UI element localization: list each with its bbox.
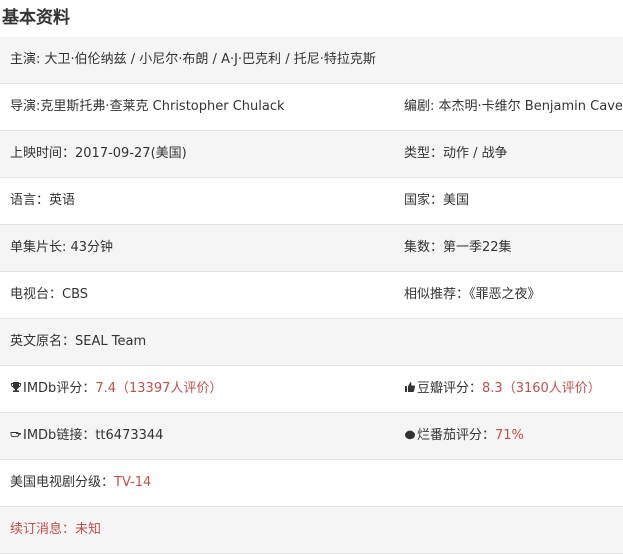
douban-score-value: 8.3 — [482, 381, 503, 396]
douban-score-cell: 豆瓣评分：8.3（3160人评价） — [404, 366, 623, 412]
cast-cell: 主演: 大卫·伯伦纳兹 / 小尼尔·布朗 / A·J·巴克利 / 托尼·特拉克斯 — [10, 37, 619, 83]
original-title-label: 英文原名： — [10, 334, 76, 349]
cast-value: 大卫·伯伦纳兹 / 小尼尔·布朗 / A·J·巴克利 / 托尼·特拉克斯 — [44, 52, 376, 67]
episodes-cell: 集数：第一季22集 — [404, 225, 623, 271]
original-title-row: 英文原名：SEAL Team — [0, 319, 623, 366]
renewal-row: 续订消息：未知 — [0, 507, 623, 554]
network-value: CBS — [62, 287, 89, 302]
director-label: 导演: — [10, 99, 41, 114]
pointing-hand-icon — [10, 428, 22, 440]
network-similar-row: 电视台：CBS 相似推荐：《罪恶之夜》 — [0, 272, 623, 319]
imdb-score-count: （13397人评价） — [116, 381, 223, 396]
episodes-value: 第一季22集 — [443, 240, 512, 255]
director-value: 克里斯托弗·查莱克 Christopher Chulack — [40, 99, 285, 114]
language-country-row: 语言：英语 国家：美国 — [0, 178, 623, 225]
us-rating-value: TV-14 — [114, 475, 152, 490]
thumbs-up-icon — [404, 381, 416, 393]
release-value: 2017-09-27(美国) — [75, 146, 187, 161]
network-cell: 电视台：CBS — [10, 272, 390, 318]
links-row: IMDb链接：tt6473344 烂番茄评分：71% — [0, 413, 623, 460]
release-genre-row: 上映时间：2017-09-27(美国) 类型：动作 / 战争 — [0, 131, 623, 178]
release-label: 上映时间： — [10, 146, 76, 161]
original-title-value: SEAL Team — [75, 334, 147, 349]
us-rating-row: 美国电视剧分级：TV-14 — [0, 460, 623, 507]
original-title-cell: 英文原名：SEAL Team — [10, 319, 619, 365]
douban-score-label: 豆瓣评分： — [417, 381, 483, 396]
renewal-cell: 续订消息：未知 — [10, 507, 619, 553]
renewal-label: 续订消息： — [10, 522, 76, 537]
scores-row: IMDb评分：7.4（13397人评价） 豆瓣评分：8.3（3160人评价） — [0, 366, 623, 413]
language-cell: 语言：英语 — [10, 178, 390, 224]
rotten-score-value: 71% — [495, 428, 524, 443]
imdb-link-value[interactable]: tt6473344 — [95, 428, 163, 443]
director-writer-row: 导演:克里斯托弗·查莱克 Christopher Chulack 编剧: 本杰明… — [0, 84, 623, 131]
cast-row: 主演: 大卫·伯伦纳兹 / 小尼尔·布朗 / A·J·巴克利 / 托尼·特拉克斯 — [0, 37, 623, 84]
writer-label: 编剧: — [404, 99, 439, 114]
writer-value: 本杰明·卡维尔 Benjamin Cavell — [438, 99, 623, 114]
imdb-score-label: IMDb评分： — [23, 381, 96, 396]
language-label: 语言： — [10, 193, 50, 208]
us-rating-cell: 美国电视剧分级：TV-14 — [10, 460, 619, 506]
imdb-score-value: 7.4 — [95, 381, 117, 396]
info-table: 主演: 大卫·伯伦纳兹 / 小尼尔·布朗 / A·J·巴克利 / 托尼·特拉克斯… — [0, 37, 623, 554]
us-rating-label: 美国电视剧分级： — [10, 475, 115, 490]
director-cell: 导演:克里斯托弗·查莱克 Christopher Chulack — [10, 84, 390, 130]
country-cell: 国家：美国 — [404, 178, 623, 224]
writer-cell: 编剧: 本杰明·卡维尔 Benjamin Cavell — [404, 84, 623, 130]
similar-label: 相似推荐： — [404, 287, 470, 302]
tomato-icon — [404, 428, 416, 440]
similar-cell: 相似推荐：《罪恶之夜》 — [404, 272, 623, 318]
cast-label: 主演: — [10, 52, 45, 67]
country-label: 国家： — [404, 193, 444, 208]
imdb-score-cell: IMDb评分：7.4（13397人评价） — [10, 366, 390, 412]
renewal-value: 未知 — [75, 522, 102, 537]
language-value: 英语 — [49, 193, 76, 208]
trophy-icon — [10, 381, 22, 393]
imdb-link-label: IMDb链接： — [23, 428, 96, 443]
section-title: 基本资料 — [2, 8, 70, 28]
genre-cell: 类型：动作 / 战争 — [404, 131, 623, 177]
network-label: 电视台： — [10, 287, 63, 302]
rotten-score-label: 烂番茄评分： — [417, 428, 496, 443]
genre-value: 动作 / 战争 — [443, 146, 508, 161]
similar-value[interactable]: 《罪恶之夜》 — [469, 287, 541, 302]
runtime-value: 43分钟 — [70, 240, 114, 255]
rotten-score-cell: 烂番茄评分：71% — [404, 413, 623, 459]
imdb-link-cell: IMDb链接：tt6473344 — [10, 413, 390, 459]
genre-label: 类型： — [404, 146, 444, 161]
country-value: 美国 — [443, 193, 470, 208]
douban-score-count: （3160人评价） — [502, 381, 601, 396]
runtime-cell: 单集片长: 43分钟 — [10, 225, 390, 271]
release-cell: 上映时间：2017-09-27(美国) — [10, 131, 390, 177]
episodes-label: 集数： — [404, 240, 444, 255]
runtime-label: 单集片长: — [10, 240, 71, 255]
runtime-episodes-row: 单集片长: 43分钟 集数：第一季22集 — [0, 225, 623, 272]
